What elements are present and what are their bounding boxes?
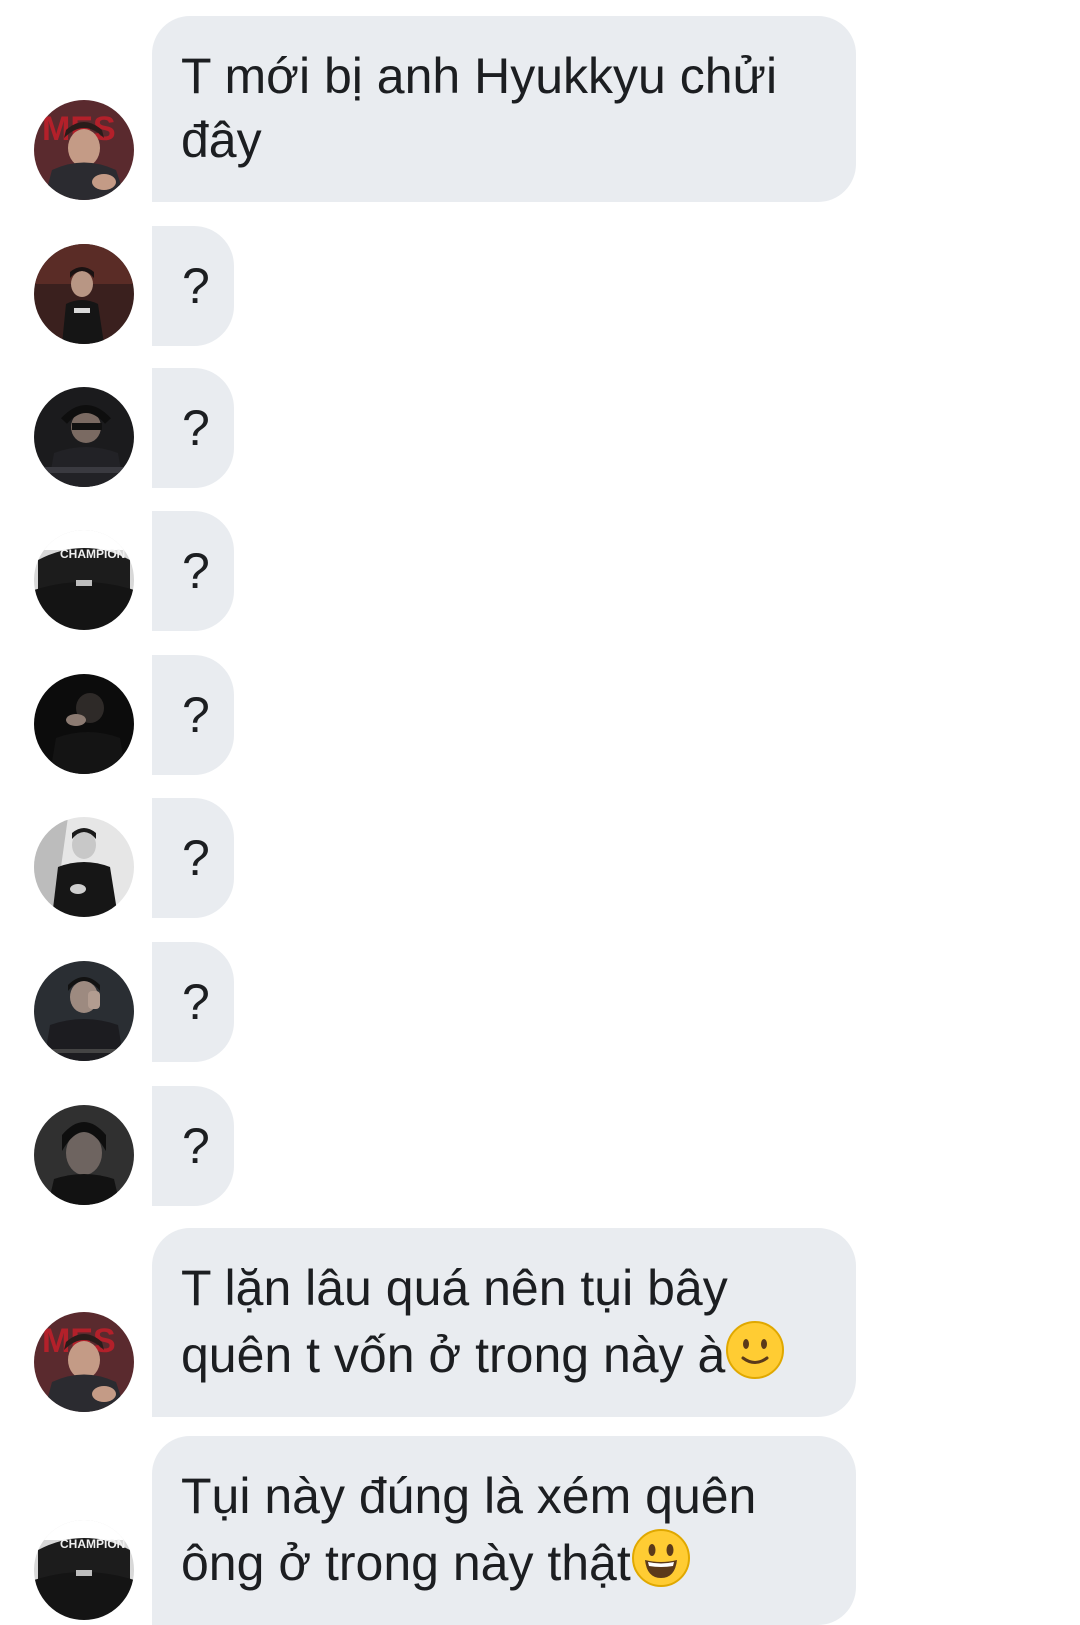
- avatar[interactable]: [34, 1105, 134, 1205]
- message-text: T lặn lâu quá nên tụi bây quên t vốn ở t…: [181, 1260, 728, 1383]
- svg-text:CHAMPION: CHAMPION: [60, 547, 125, 561]
- message-text: ?: [182, 543, 210, 599]
- slightly-smiling-face-icon: [726, 1321, 785, 1379]
- avatar[interactable]: [34, 244, 134, 344]
- avatar[interactable]: CHAMPION: [34, 1520, 134, 1620]
- message-text: ?: [182, 830, 210, 886]
- avatar[interactable]: [34, 674, 134, 774]
- message-text: ?: [182, 1118, 210, 1174]
- avatar[interactable]: MES: [34, 1312, 134, 1412]
- message-bubble[interactable]: Tụi này đúng là xém quên ông ở trong này…: [152, 1436, 856, 1625]
- message-bubble[interactable]: ?: [152, 1086, 234, 1206]
- message-bubble[interactable]: ?: [152, 511, 234, 631]
- message-bubble[interactable]: ?: [152, 226, 234, 346]
- message-bubble[interactable]: ?: [152, 798, 234, 918]
- message-bubble[interactable]: T mới bị anh Hyukkyu chửi đây: [152, 16, 856, 202]
- message-text: ?: [182, 974, 210, 1030]
- avatar[interactable]: [34, 961, 134, 1061]
- message-bubble[interactable]: ?: [152, 655, 234, 775]
- message-bubble[interactable]: ?: [152, 368, 234, 488]
- avatar[interactable]: CHAMPION: [34, 530, 134, 630]
- message-bubble[interactable]: ?: [152, 942, 234, 1062]
- message-text: ?: [182, 258, 210, 314]
- message-bubble[interactable]: T lặn lâu quá nên tụi bây quên t vốn ở t…: [152, 1228, 856, 1417]
- message-text: ?: [182, 400, 210, 456]
- message-text: T mới bị anh Hyukkyu chửi đây: [181, 48, 778, 168]
- avatar[interactable]: [34, 817, 134, 917]
- message-text: ?: [182, 687, 210, 743]
- svg-text:CHAMPION: CHAMPION: [60, 1537, 125, 1551]
- grinning-face-icon: [631, 1529, 690, 1587]
- avatar[interactable]: MES: [34, 100, 134, 200]
- avatar[interactable]: [34, 387, 134, 487]
